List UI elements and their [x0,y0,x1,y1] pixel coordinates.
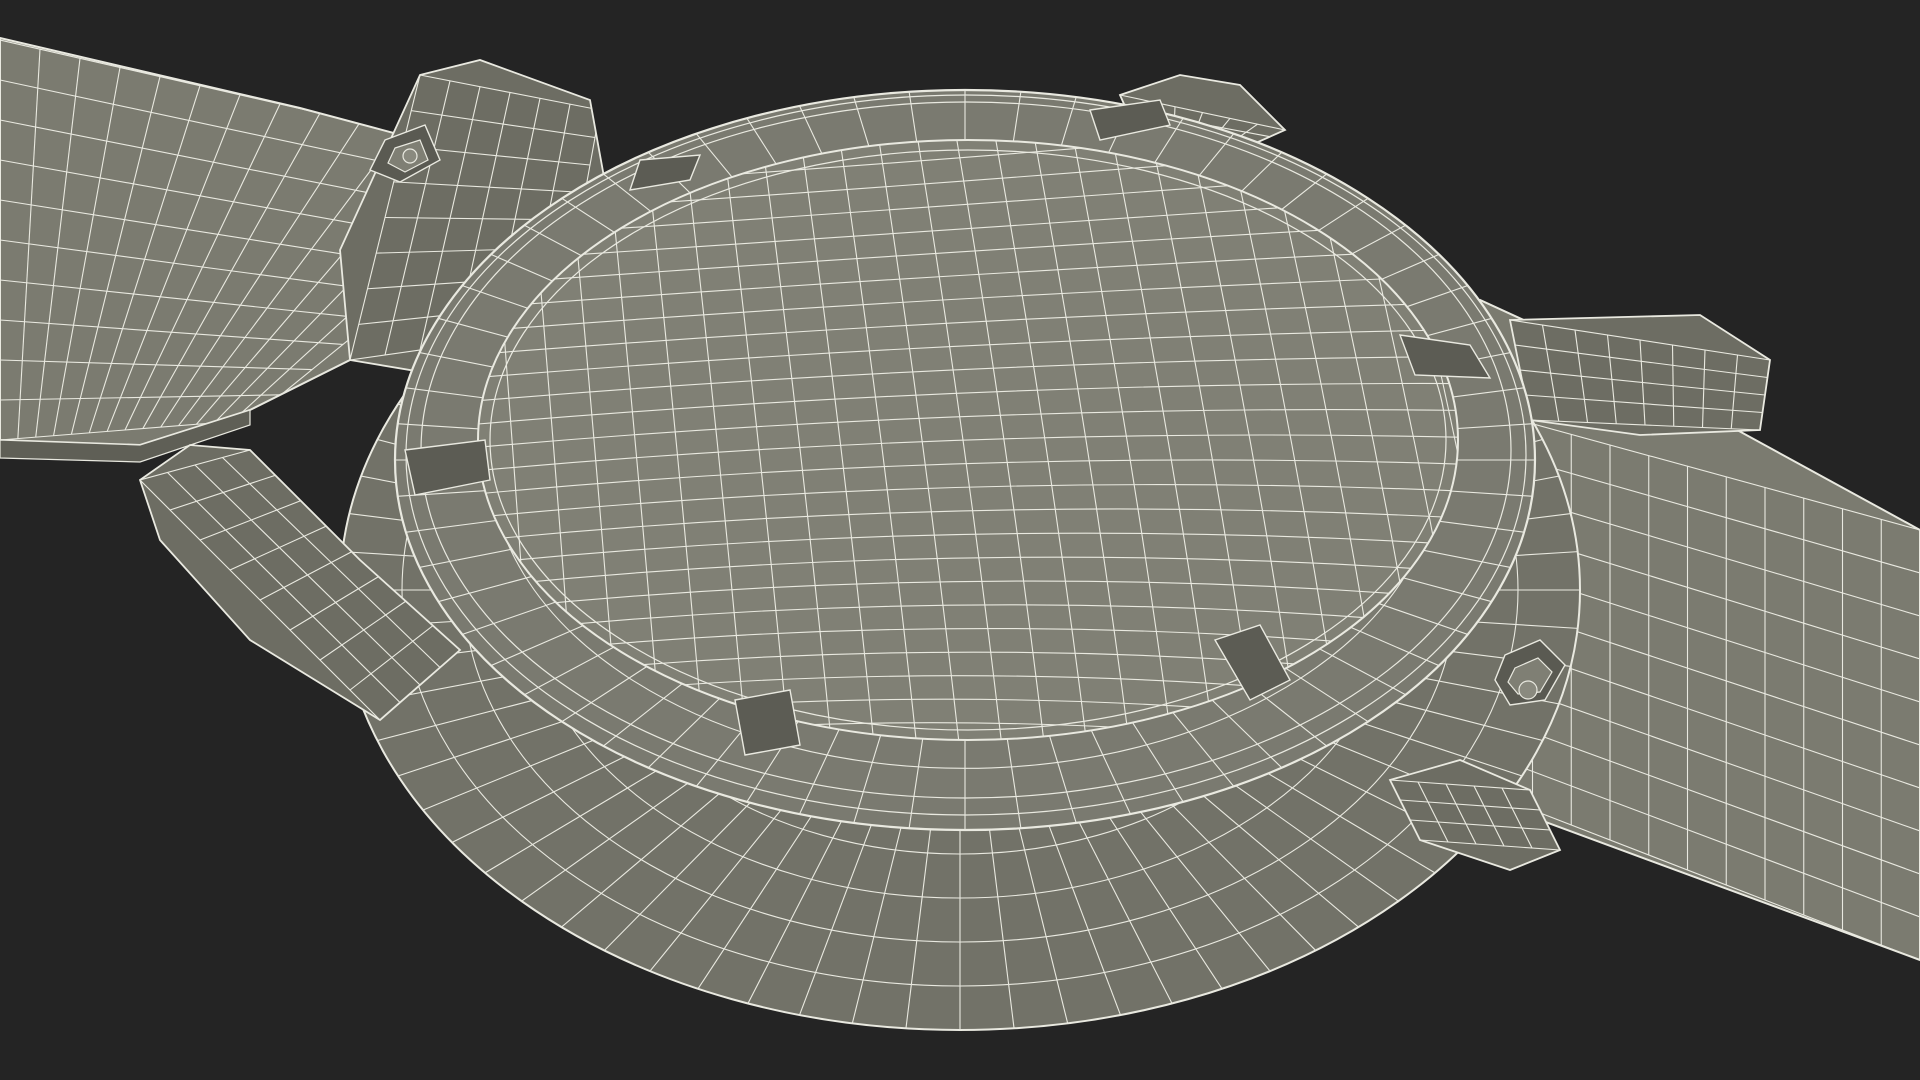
hour-marker-6 [734,689,801,756]
wireframe-render-viewport [0,36,1920,1031]
lug-right [1508,314,1771,436]
